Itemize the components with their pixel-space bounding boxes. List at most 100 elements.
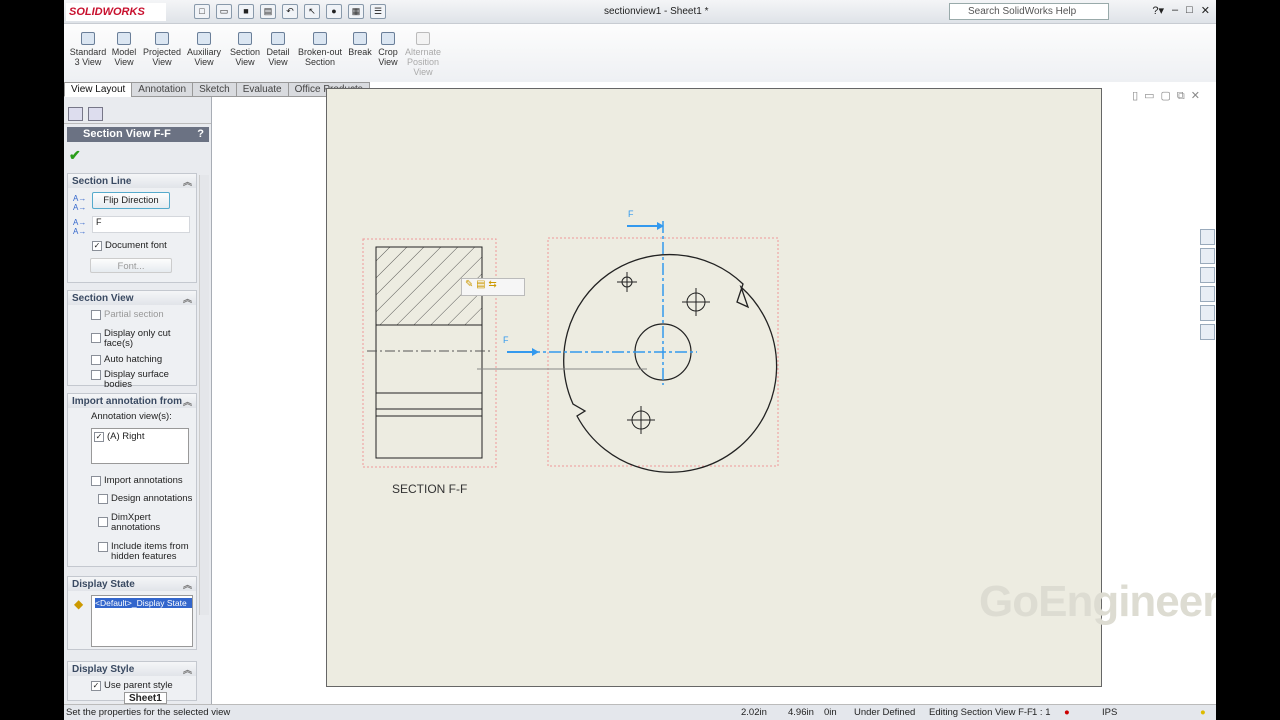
label-icon: A→ A→	[73, 218, 87, 236]
help-icon[interactable]: ?▾	[1152, 4, 1164, 17]
parent-view[interactable]	[477, 221, 779, 473]
flip-direction-button[interactable]: Flip Direction	[92, 192, 170, 209]
display-surface-bodies-checkbox[interactable]: Display surface bodies	[91, 370, 196, 390]
solidworks-window: SOLIDWORKS □ ▭ ■ ▤ ↶ ↖ ● ▦ ☰ sectionview…	[64, 0, 1216, 720]
close-button[interactable]: ✕	[1201, 4, 1210, 17]
include-hidden-features-checkbox[interactable]: Include items from hidden features	[98, 542, 193, 562]
task-pane-tabs	[1200, 229, 1216, 340]
standard-3-view-button[interactable]: Standard 3 View	[68, 32, 108, 67]
section-label-input[interactable]: F	[92, 216, 190, 233]
collapse-icon[interactable]: ︽	[183, 578, 192, 591]
select-icon[interactable]: ↖	[304, 4, 320, 19]
help-button[interactable]: ?	[197, 128, 204, 140]
break-button[interactable]: Break	[348, 32, 372, 57]
section-view-button[interactable]: Section View	[229, 32, 261, 67]
status-bar: Set the properties for the selected view…	[64, 704, 1216, 720]
use-parent-style-checkbox[interactable]: ✓ Use parent style	[91, 681, 173, 691]
home-icon[interactable]	[1200, 229, 1215, 245]
collapse-icon[interactable]: ︽	[183, 175, 192, 188]
annotation-view-item[interactable]: ✓ (A) Right	[94, 432, 144, 442]
print-icon[interactable]: ▤	[260, 4, 276, 19]
font-button[interactable]: Font...	[90, 258, 172, 273]
display-state-group: Display State ︽ ◆ <Default>_Display State	[67, 576, 197, 650]
property-manager-panel: Section View F-F? ✔ Section Line ︽ A→ A→ F…	[64, 97, 212, 704]
annotation-views-list[interactable]: ✓ (A) Right	[91, 428, 189, 464]
status-message: Set the properties for the selected view	[66, 707, 231, 718]
document-title: sectionview1 - Sheet1 *	[604, 6, 709, 17]
save-icon[interactable]: ■	[238, 4, 254, 19]
alternate-position-view-button[interactable]: Alternate Position View	[404, 32, 442, 77]
tab-view-layout[interactable]: View Layout	[64, 82, 133, 97]
tab-evaluate[interactable]: Evaluate	[235, 82, 289, 97]
annotation-views-label: Annotation view(s):	[91, 411, 172, 422]
collapse-icon[interactable]: ︽	[183, 292, 192, 305]
minimize-button[interactable]: –	[1172, 4, 1178, 17]
file-explorer-icon[interactable]	[1200, 267, 1215, 283]
alternate-position-view-icon	[416, 32, 430, 45]
detail-view-button[interactable]: Detail View	[264, 32, 292, 67]
definition-status: Under Defined	[854, 707, 916, 718]
design-library-icon[interactable]	[1200, 248, 1215, 264]
model-view-button[interactable]: Model View	[110, 32, 138, 67]
auxiliary-view-icon	[197, 32, 211, 45]
tooltip-icon[interactable]: ●	[1200, 705, 1206, 720]
feature-tree-tab[interactable]	[68, 107, 83, 121]
panel-scrollbar[interactable]	[199, 175, 209, 615]
window-controls: ?▾ – □ ✕	[1152, 4, 1210, 17]
broken-out-section-icon	[313, 32, 327, 45]
detail-view-icon	[271, 32, 285, 45]
units[interactable]: IPS	[1102, 705, 1117, 720]
broken-out-section-button[interactable]: Broken-out Section	[296, 32, 344, 67]
open-icon[interactable]: ▭	[216, 4, 232, 19]
display-state-item[interactable]: <Default>_Display State	[95, 598, 192, 608]
display-only-cut-faces-checkbox[interactable]: Display only cut face(s)	[91, 329, 181, 349]
import-annotation-group: Import annotation from ︽ Annotation view(…	[67, 393, 197, 567]
design-annotations-checkbox[interactable]: Design annotations	[98, 494, 192, 504]
appearances-icon[interactable]	[1200, 305, 1215, 321]
section-caption[interactable]: SECTION F-F	[392, 482, 467, 496]
quick-access-toolbar: □ ▭ ■ ▤ ↶ ↖ ● ▦ ☰	[194, 4, 386, 19]
crop-view-button[interactable]: Crop View	[376, 32, 400, 67]
graphics-area[interactable]: 🔍🔍↻⊞▾ F F ✎ ▤ ⇆ SECTION F-F GoEngineer	[213, 88, 1216, 704]
collapse-icon[interactable]: ︽	[183, 395, 192, 408]
drawing-sheet[interactable]: F F ✎ ▤ ⇆ SECTION F-F GoEngineer	[326, 88, 1216, 687]
auxiliary-view-button[interactable]: Auxiliary View	[186, 32, 222, 67]
property-manager-tab[interactable]	[88, 107, 103, 121]
undo-icon[interactable]: ↶	[282, 4, 298, 19]
maximize-button[interactable]: □	[1186, 4, 1193, 17]
display-state-icon: ◆	[74, 597, 84, 611]
dimxpert-annotations-checkbox[interactable]: DimXpert annotations	[98, 513, 188, 533]
section-label-side[interactable]: F	[503, 335, 509, 345]
solidworks-logo: SOLIDWORKS	[66, 3, 166, 21]
scale[interactable]: 1 : 1	[1032, 705, 1051, 720]
ok-checkmark-button[interactable]: ✔	[69, 147, 81, 164]
z-coordinate: 0in	[824, 707, 837, 718]
viewport-window-controls[interactable]: ▯▭▢⧉✕	[1132, 89, 1206, 103]
context-toolbar[interactable]: ✎ ▤ ⇆	[461, 278, 525, 296]
view-palette-icon[interactable]	[1200, 286, 1215, 302]
custom-properties-icon[interactable]	[1200, 324, 1215, 340]
standard-3-view-icon	[81, 32, 95, 45]
import-annotations-checkbox[interactable]: Import annotations	[91, 476, 183, 486]
tab-annotation[interactable]: Annotation	[131, 82, 194, 97]
display-state-list[interactable]: <Default>_Display State	[91, 595, 193, 647]
options-icon[interactable]: ☰	[370, 4, 386, 19]
flip-direction-icon: A→ A→	[73, 194, 87, 212]
section-view-f-f[interactable]	[362, 238, 497, 468]
file-properties-icon[interactable]: ▦	[348, 4, 364, 19]
document-font-checkbox[interactable]: ✓ Document font	[92, 241, 167, 251]
tab-sketch[interactable]: Sketch	[192, 82, 237, 97]
collapse-icon[interactable]: ︽	[183, 663, 192, 676]
projected-view-button[interactable]: Projected View	[142, 32, 182, 67]
section-label-top[interactable]: F	[628, 209, 634, 219]
x-coordinate: 2.02in	[741, 707, 767, 718]
help-search-input[interactable]: Search SolidWorks Help	[949, 3, 1109, 20]
partial-section-checkbox[interactable]: Partial section	[91, 310, 164, 320]
new-icon[interactable]: □	[194, 4, 210, 19]
sheet-tab[interactable]: Sheet1	[124, 692, 167, 704]
projected-view-icon	[155, 32, 169, 45]
model-view-icon	[117, 32, 131, 45]
y-coordinate: 4.96in	[788, 707, 814, 718]
auto-hatching-checkbox[interactable]: Auto hatching	[91, 355, 162, 365]
rebuild-icon[interactable]: ●	[326, 4, 342, 19]
